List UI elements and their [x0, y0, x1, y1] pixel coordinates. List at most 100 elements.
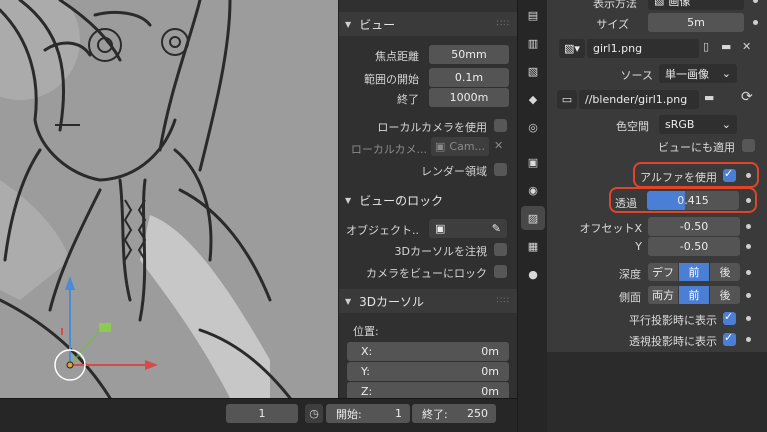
render-region-checkbox[interactable]: [494, 163, 507, 176]
material-sphere-icon: ●: [528, 267, 538, 281]
show-persp-checkbox[interactable]: [723, 331, 736, 346]
clip-end-field[interactable]: 1000m: [429, 88, 509, 107]
checker-icon: ▦: [527, 239, 539, 253]
colorspace-dropdown[interactable]: sRGB ⌄: [659, 115, 737, 134]
side-option-both[interactable]: 両方: [648, 286, 679, 304]
local-camera-field[interactable]: ▣ Cam...: [431, 137, 489, 156]
cursor-x-value: 0m: [481, 345, 499, 358]
keyframe-dot[interactable]: [746, 173, 751, 178]
world-tab[interactable]: ◎: [521, 115, 545, 139]
drag-grip-icon[interactable]: ∷∷: [497, 19, 510, 29]
pack-icon[interactable]: ▭: [557, 90, 577, 109]
collapse-triangle-icon: ▼: [345, 195, 352, 205]
size-field[interactable]: 5m: [648, 13, 744, 32]
side-option-back[interactable]: 後: [710, 286, 740, 304]
reload-icon[interactable]: ⟳: [741, 89, 753, 105]
file-icon[interactable]: ▯: [703, 40, 709, 53]
clear-icon[interactable]: ✕: [494, 139, 503, 152]
cursor-y-field[interactable]: Y: 0m: [347, 362, 509, 381]
side-selector[interactable]: 両方 前 後: [648, 286, 740, 304]
view-panel-header[interactable]: ▼ ビュー ∷∷: [339, 12, 517, 36]
display-mode-value: 画像: [668, 0, 691, 8]
display-mode-dropdown[interactable]: ▧ 画像: [648, 0, 744, 10]
end-frame-field[interactable]: 終了: 250: [412, 404, 496, 423]
offset-x-field[interactable]: -0.50: [648, 217, 740, 236]
keyframe-dot[interactable]: [746, 293, 751, 298]
use-alpha-checkbox[interactable]: [723, 167, 736, 182]
size-label: サイズ: [596, 18, 629, 31]
clip-start-label: 範囲の開始: [364, 73, 419, 86]
sidebar-panel: ▼ ビュー ∷∷ 焦点距離 50mm 範囲の開始 0.1m 終了 1000m ロ…: [338, 0, 517, 398]
image-browse-button[interactable]: ▧▾: [559, 39, 585, 58]
current-frame-field[interactable]: 1: [226, 404, 298, 423]
lock-object-field[interactable]: ▣ ✎: [429, 219, 507, 238]
depth-selector[interactable]: デフ 前 後: [648, 263, 740, 281]
lock-camera-checkbox[interactable]: [494, 265, 507, 278]
view-lock-header[interactable]: ▼ ビューのロック: [339, 188, 517, 212]
side-option-front[interactable]: 前: [679, 286, 710, 304]
camera-icon: ▣: [435, 140, 446, 153]
image-data-icon: ▨: [527, 211, 539, 225]
output-tab[interactable]: ▥: [521, 31, 545, 55]
drag-grip-icon[interactable]: ∷∷: [497, 296, 510, 306]
lock-object-label: オブジェクト..: [346, 224, 419, 237]
apply-view-label: ビューにも適用: [658, 141, 735, 154]
offset-y-field[interactable]: -0.50: [648, 237, 740, 256]
cursor-z-label: Z:: [361, 385, 373, 398]
object-square-icon: ▣: [527, 155, 539, 169]
keyframe-dot[interactable]: [746, 270, 751, 275]
cursor-panel-header[interactable]: ▼ 3Dカーソル ∷∷: [339, 289, 517, 313]
depth-option-front[interactable]: 前: [679, 263, 710, 281]
local-camera-field-label: ローカルカメ...: [350, 143, 427, 156]
lock-cursor-checkbox[interactable]: [494, 243, 507, 256]
object-tab[interactable]: ▣: [521, 150, 545, 174]
depth-option-back[interactable]: 後: [710, 263, 740, 281]
local-camera-checkbox[interactable]: [494, 119, 507, 132]
texture-tab[interactable]: ▦: [521, 234, 545, 258]
source-dropdown[interactable]: 単一画像 ⌄: [659, 64, 737, 83]
scene-icon: ◆: [528, 92, 538, 106]
depth-option-default[interactable]: デフ: [648, 263, 679, 281]
render-tab[interactable]: ▤: [521, 3, 545, 27]
focal-length-field[interactable]: 50mm: [429, 45, 509, 64]
scene-tab[interactable]: ◆: [521, 87, 545, 111]
physics-tab[interactable]: ◉: [521, 178, 545, 202]
image-icon: ▧▾: [564, 42, 580, 55]
render-icon: ▤: [527, 8, 539, 22]
keyframe-dot[interactable]: [746, 316, 751, 321]
3d-viewport[interactable]: [0, 0, 338, 398]
show-ortho-checkbox[interactable]: [723, 310, 736, 325]
keyframe-dot[interactable]: [753, 20, 758, 25]
object-data-tab[interactable]: ▨: [521, 206, 545, 230]
start-frame-field[interactable]: 開始: 1: [326, 404, 410, 423]
show-persp-label: 透視投影時に表示: [629, 335, 717, 348]
constraint-tab[interactable]: ●: [521, 262, 545, 286]
cursor-z-field[interactable]: Z: 0m: [347, 382, 509, 398]
cursor-location-label: 位置:: [353, 325, 379, 338]
keyframe-dot[interactable]: [746, 224, 751, 229]
keyframe-dot[interactable]: [746, 244, 751, 249]
focal-length-label: 焦点距離: [375, 50, 419, 63]
close-icon[interactable]: ✕: [742, 40, 751, 53]
orbit-icon: ◉: [528, 183, 538, 197]
stopwatch-icon[interactable]: ◷: [305, 404, 323, 423]
apply-view-checkbox[interactable]: [742, 139, 755, 152]
cursor-y-value: 0m: [481, 365, 499, 378]
end-frame-label: 終了:: [422, 407, 448, 421]
opacity-slider[interactable]: 0.415: [647, 191, 739, 210]
keyframe-dot[interactable]: [746, 198, 751, 203]
use-alpha-label: アルファを使用: [640, 171, 717, 184]
printer-icon: ▥: [527, 36, 539, 50]
properties-tab-strip: ▤ ▥ ▧ ◆ ◎ ▣ ◉ ▨ ▦ ●: [517, 0, 547, 432]
keyframe-dot[interactable]: [746, 337, 751, 342]
filepath-field[interactable]: //blender/girl1.png: [579, 90, 699, 109]
clip-start-field[interactable]: 0.1m: [429, 68, 509, 87]
folder-icon[interactable]: ▬: [704, 91, 714, 104]
properties-editor: 表示方法 ▧ 画像 サイズ 5m ▧▾ girl1.png ▯ ▬ ✕ ソース …: [547, 0, 767, 432]
cursor-x-field[interactable]: X: 0m: [347, 342, 509, 361]
folder-icon[interactable]: ▬: [721, 40, 731, 53]
view-layer-tab[interactable]: ▧: [521, 59, 545, 83]
chevron-down-icon: ⌄: [721, 118, 731, 131]
image-name-field[interactable]: girl1.png: [587, 39, 699, 58]
eyedropper-icon[interactable]: ✎: [492, 222, 501, 235]
